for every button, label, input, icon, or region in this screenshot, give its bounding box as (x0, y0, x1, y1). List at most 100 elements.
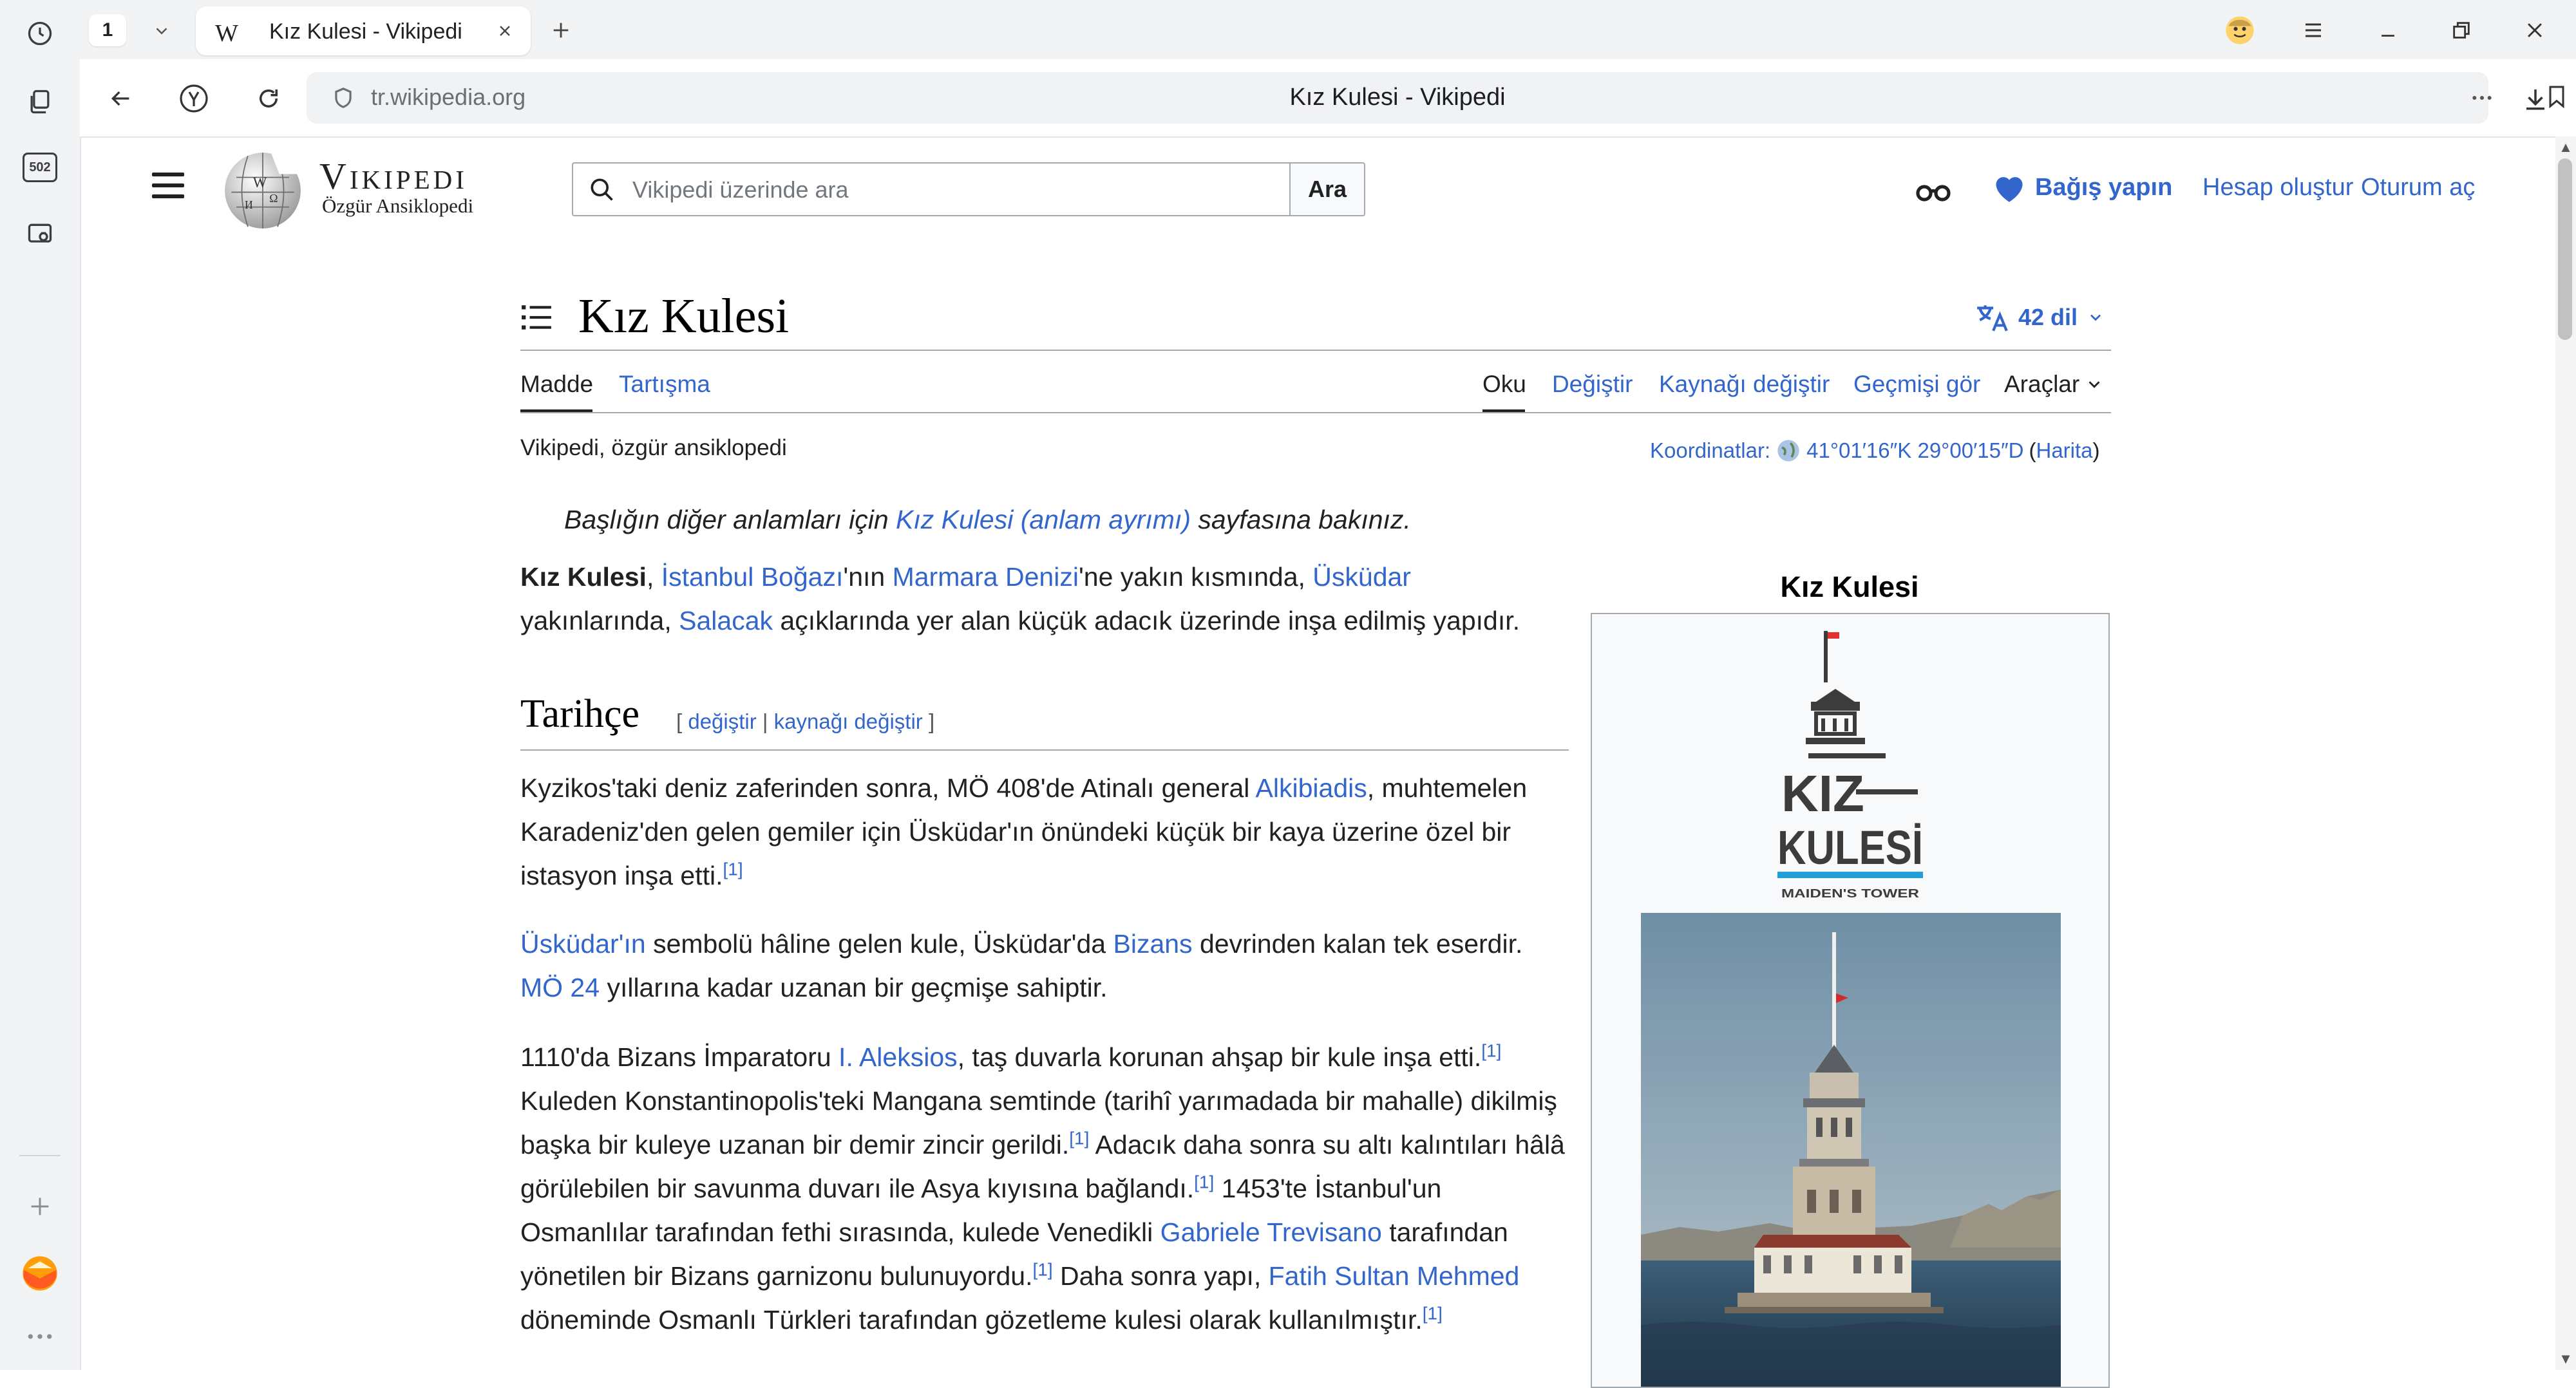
text: devrinden kalan tek eserdir. (1192, 929, 1523, 959)
separator: | (756, 709, 774, 733)
avatar[interactable] (2213, 9, 2267, 52)
minimize-icon[interactable] (2361, 9, 2415, 52)
tabs-divider (520, 412, 2111, 413)
svg-text:И: И (245, 198, 253, 211)
more-icon[interactable] (2468, 85, 2496, 114)
address-bar[interactable]: tr.wikipedia.org Kız Kulesi - Vikipedi (307, 72, 2564, 124)
bracket: ] (922, 709, 935, 733)
tools-menu[interactable]: Araçlar (2004, 371, 2104, 398)
tab-oku[interactable]: Oku (1482, 371, 1526, 398)
search-button[interactable]: Ara (1289, 162, 1365, 216)
badge-icon[interactable]: 502 (17, 144, 63, 191)
donate-link[interactable]: Bağış yapın (1991, 171, 2172, 203)
reload-icon[interactable] (249, 79, 289, 118)
heart-icon (1996, 177, 2023, 202)
search-box[interactable] (572, 162, 1291, 216)
add-icon[interactable] (17, 1183, 63, 1230)
tab-counter[interactable]: 1 (89, 14, 126, 46)
link-gabriele-trevisano[interactable]: Gabriele Trevisano (1160, 1217, 1382, 1247)
scroll-down-arrow-icon[interactable]: ▼ (2557, 1351, 2575, 1367)
link-mo-24[interactable]: MÖ 24 (520, 973, 600, 1002)
page-title: Kız Kulesi (578, 289, 790, 343)
scroll-up-arrow-icon[interactable]: ▲ (2557, 139, 2575, 156)
svg-text:Ω: Ω (269, 192, 278, 205)
download-icon[interactable] (2515, 79, 2555, 118)
hatnote-text-end: sayfasına bakınız. (1190, 505, 1411, 534)
link-salacak[interactable]: Salacak (679, 606, 773, 635)
coordinates-value[interactable]: 41°01′16″K 29°00′15″D (1806, 438, 2023, 463)
title-divider (520, 350, 2111, 351)
link-uskudarin[interactable]: Üsküdar'ın (520, 929, 646, 959)
login-link[interactable]: Oturum aç (2361, 174, 2475, 202)
text: sembolü hâline gelen kule, Üsküdar'da (645, 929, 1113, 959)
collections-icon[interactable] (17, 79, 63, 125)
more-icon[interactable] (17, 1313, 63, 1360)
reference-1[interactable]: [1] (1069, 1128, 1089, 1148)
new-tab-button[interactable] (545, 14, 577, 46)
language-button[interactable]: 42 dil (1975, 303, 2105, 332)
link-marmara-denizi[interactable]: Marmara Denizi (893, 562, 1079, 592)
tab-gecmisi-gor[interactable]: Geçmişi gör (1853, 371, 1980, 398)
main-menu-icon[interactable] (152, 173, 191, 205)
close-icon[interactable] (492, 18, 518, 44)
tab-kaynagi-degistir[interactable]: Kaynağı değiştir (1659, 371, 1830, 398)
link-istanbul-bogazi[interactable]: İstanbul Boğazı (661, 562, 844, 592)
section-divider (520, 749, 1569, 751)
text: , taş duvarla korunan ahşap bir kule inş… (957, 1042, 1482, 1072)
screenshot-icon[interactable] (17, 211, 63, 258)
link-uskudar[interactable]: Üsküdar (1312, 562, 1411, 592)
badge-count: 502 (23, 153, 57, 182)
map-link[interactable]: Harita (2036, 438, 2093, 463)
history-paragraph-3: 1110'da Bizans İmparatoru I. Aleksios, t… (520, 1035, 1570, 1342)
kiz-kulesi-logo[interactable]: KIZ KULESİ MAIDEN'S TOWER (1766, 624, 1933, 908)
reference-1[interactable]: [1] (1481, 1040, 1501, 1060)
section-edit-links: [ değiştir | kaynağı değiştir ] (676, 709, 934, 734)
text: , (646, 562, 661, 592)
wikipedia-wordmark[interactable]: Vikipedi (319, 155, 468, 198)
site-subtitle: Vikipedi, özgür ansiklopedi (520, 435, 787, 460)
link-aleksios[interactable]: I. Aleksios (838, 1042, 958, 1072)
svg-text:W: W (253, 174, 267, 191)
reference-1[interactable]: [1] (1194, 1172, 1214, 1192)
logo-subtitle: MAIDEN'S TOWER (1781, 887, 1919, 900)
globe-icon[interactable] (1776, 438, 1801, 464)
link-alkibiadis[interactable]: Alkibiadis (1256, 773, 1367, 803)
back-icon[interactable] (100, 79, 140, 118)
section-edit-source-link[interactable]: kaynağı değiştir (774, 709, 923, 733)
history-paragraph-1: Kyzikos'taki deniz zaferinden sonra, MÖ … (520, 766, 1570, 897)
text: Kyzikos'taki deniz zaferinden sonra, MÖ … (520, 773, 1256, 803)
menu-icon[interactable] (2286, 9, 2340, 52)
scrollbar-thumb[interactable] (2558, 158, 2572, 340)
text: Daha sonra yapı, (1052, 1261, 1269, 1291)
reference-1[interactable]: [1] (1032, 1259, 1052, 1279)
create-account-link[interactable]: Hesap oluştur (2202, 174, 2353, 202)
browser-toolbar: tr.wikipedia.org Kız Kulesi - Vikipedi (80, 59, 2576, 138)
logo-line-1: KIZ (1781, 765, 1864, 822)
appearance-glasses-icon[interactable] (1914, 179, 1953, 208)
tab-tartisma[interactable]: Tartışma (619, 371, 710, 398)
mail-icon[interactable] (17, 1250, 63, 1297)
table-of-contents-icon[interactable] (520, 303, 553, 335)
link-fatih-sultan-mehmed[interactable]: Fatih Sultan Mehmed (1269, 1261, 1520, 1291)
text: açıklarında yer alan küçük adacık üzerin… (773, 606, 1520, 635)
reference-1[interactable]: [1] (723, 859, 743, 879)
kiz-kulesi-photo[interactable] (1641, 913, 2061, 1387)
chevron-down-icon[interactable] (143, 15, 180, 46)
link-bizans[interactable]: Bizans (1113, 929, 1192, 959)
yandex-icon[interactable] (174, 79, 214, 118)
restore-icon[interactable] (2434, 9, 2488, 52)
text: 1110'da Bizans İmparatoru (520, 1042, 839, 1072)
tab-active[interactable]: W Kız Kulesi - Vikipedi (196, 6, 531, 55)
wikipedia-logo-icon[interactable]: W Ω И (222, 149, 304, 232)
close-window-icon[interactable] (2508, 9, 2562, 52)
hatnote-text: Başlığın diğer anlamları için (564, 505, 896, 534)
disambiguation-link[interactable]: Kız Kulesi (anlam ayrımı) (896, 505, 1191, 534)
tab-degistir[interactable]: Değiştir (1552, 371, 1633, 398)
history-icon[interactable] (17, 10, 63, 57)
coordinates-label[interactable]: Koordinatlar: (1650, 438, 1770, 463)
tools-label: Araçlar (2004, 371, 2080, 397)
section-edit-link[interactable]: değiştir (688, 709, 756, 733)
tab-madde[interactable]: Madde (520, 371, 593, 398)
search-input[interactable] (631, 164, 1278, 216)
reference-1[interactable]: [1] (1423, 1303, 1443, 1323)
